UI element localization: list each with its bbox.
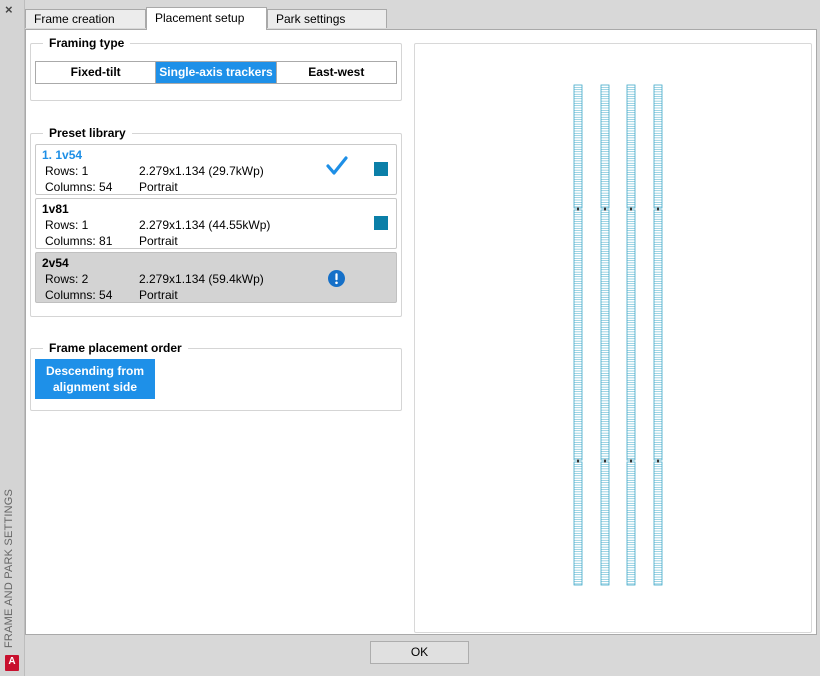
preset-orientation: Portrait [139, 234, 178, 248]
tab-frame-creation[interactable]: Frame creation [25, 9, 146, 28]
tracker-row [626, 84, 636, 586]
tracker-segment [573, 209, 583, 461]
tracker-joint [630, 207, 632, 211]
fixed-tilt-option[interactable]: Fixed-tilt [36, 62, 157, 83]
preset-columns: Columns: 81 [45, 234, 113, 248]
preset-item-2v54[interactable]: 2v54 Rows: 2 Columns: 54 2.279x1.134 (59… [35, 252, 397, 303]
preset-orientation: Portrait [139, 180, 178, 194]
placement-order-group: Frame placement order Descending from al… [30, 341, 402, 411]
tracker-row [653, 84, 663, 586]
preset-library-group: Preset library 1. 1v54 Rows: 1 Columns: … [30, 126, 402, 317]
tracker-joint [657, 207, 659, 211]
color-swatch-icon[interactable] [374, 216, 388, 230]
placement-order-title: Frame placement order [43, 341, 188, 355]
descending-order-button[interactable]: Descending from alignment side [35, 359, 155, 399]
tab-park-settings[interactable]: Park settings [267, 9, 387, 28]
preset-dimensions: 2.279x1.134 (44.55kWp) [139, 218, 271, 232]
placement-setup-panel: Framing type Fixed-tilt Single-axis trac… [25, 29, 817, 635]
descending-order-label: Descending from alignment side [45, 364, 144, 394]
tracker-joint [577, 207, 579, 211]
preset-dimensions: 2.279x1.134 (59.4kWp) [139, 272, 264, 286]
preset-rows: Rows: 1 [45, 164, 89, 178]
tracker-row [600, 84, 610, 586]
ok-button[interactable]: OK [370, 641, 469, 664]
tracker-preview-canvas [573, 84, 663, 586]
framing-type-title: Framing type [43, 36, 131, 50]
tracker-joint [577, 459, 579, 463]
warning-icon [328, 270, 345, 287]
preset-name: 2v54 [42, 256, 69, 270]
preset-dimensions: 2.279x1.134 (29.7kWp) [139, 164, 264, 178]
tracker-segment [653, 209, 663, 461]
tracker-segment [626, 209, 636, 461]
preset-rows: Rows: 2 [45, 272, 89, 286]
preset-rows: Rows: 1 [45, 218, 89, 232]
tracker-joint [604, 207, 606, 211]
preset-columns: Columns: 54 [45, 180, 113, 194]
framing-type-selector: Fixed-tilt Single-axis trackers East-wes… [35, 61, 397, 84]
tracker-joint [604, 459, 606, 463]
east-west-option[interactable]: East-west [277, 62, 396, 83]
preset-item-1v54[interactable]: 1. 1v54 Rows: 1 Columns: 54 2.279x1.134 … [35, 144, 397, 195]
tracker-joint [630, 459, 632, 463]
framing-type-group: Framing type Fixed-tilt Single-axis trac… [30, 36, 402, 101]
app-logo-icon: A [5, 655, 19, 671]
side-panel: × FRAME AND PARK SETTINGS A [0, 0, 25, 676]
layout-preview [414, 43, 812, 633]
panel-title: FRAME AND PARK SETTINGS [3, 488, 15, 648]
color-swatch-icon[interactable] [374, 162, 388, 176]
tracker-row [573, 84, 583, 586]
preset-name: 1. 1v54 [42, 148, 83, 162]
preset-name: 1v81 [42, 202, 69, 216]
preset-orientation: Portrait [139, 288, 178, 302]
tracker-segment [600, 209, 610, 461]
single-axis-trackers-option[interactable]: Single-axis trackers [156, 62, 277, 83]
tab-placement-setup[interactable]: Placement setup [146, 7, 267, 30]
checkmark-icon [326, 156, 348, 175]
preset-item-1v81[interactable]: 1v81 Rows: 1 Columns: 81 2.279x1.134 (44… [35, 198, 397, 249]
preset-columns: Columns: 54 [45, 288, 113, 302]
preset-library-title: Preset library [43, 126, 132, 140]
close-icon[interactable]: × [5, 2, 13, 17]
tracker-joint [657, 459, 659, 463]
